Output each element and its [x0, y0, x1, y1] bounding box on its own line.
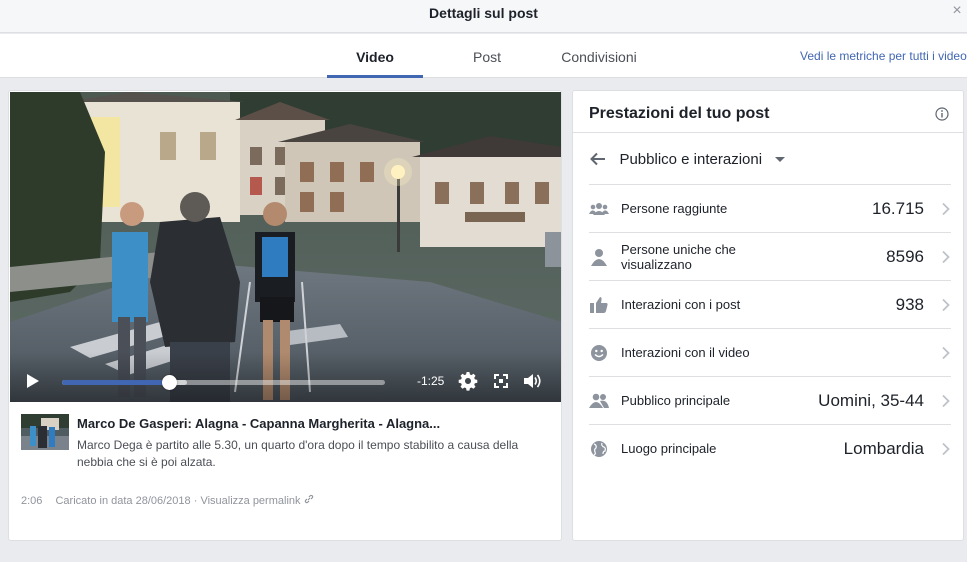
back-arrow-icon[interactable]	[589, 150, 607, 168]
progress-played	[62, 380, 169, 385]
metric-row-top-audience[interactable]: Pubblico principale Uomini, 35-44	[589, 376, 951, 424]
chevron-right-icon	[942, 250, 950, 264]
metric-row-post-engagement[interactable]: Interazioni con i post 938	[589, 280, 951, 328]
metric-value: 938	[895, 294, 924, 314]
chevron-right-icon	[942, 394, 950, 408]
tab-video[interactable]: Video	[327, 34, 423, 78]
people-pair-icon	[589, 393, 609, 408]
close-icon[interactable]: ×	[950, 3, 964, 19]
remaining-time: -1:25	[417, 374, 445, 388]
tab-bar: Video Post Condivisioni Vedi le metriche…	[0, 34, 967, 78]
selector-label: Pubblico e interazioni	[619, 150, 763, 168]
metric-value: 16.715	[872, 198, 924, 218]
chevron-right-icon	[942, 298, 950, 312]
metric-value: Lombardia	[843, 438, 924, 458]
metric-value: 8596	[886, 246, 924, 266]
tab-post[interactable]: Post	[452, 34, 522, 78]
metric-label: Interazioni con i post	[621, 297, 741, 312]
smiley-icon	[591, 345, 607, 361]
video-description: Marco Dega è partito alle 5.30, un quart…	[77, 438, 519, 469]
fullscreen-icon[interactable]	[491, 371, 511, 391]
volume-icon[interactable]	[522, 371, 542, 391]
video-title[interactable]: Marco De Gasperi: Alagna - Capanna Margh…	[77, 416, 547, 431]
metric-group-selector[interactable]: Pubblico e interazioni	[589, 150, 785, 172]
dialog-header: Dettagli sul post ×	[0, 0, 967, 33]
info-icon[interactable]	[935, 107, 949, 121]
link-icon	[304, 494, 313, 504]
video-thumbnail[interactable]	[21, 414, 69, 450]
chevron-right-icon	[942, 346, 950, 360]
people-group-icon	[589, 203, 609, 215]
video-player[interactable]: -1:25	[10, 92, 561, 402]
metric-row-video-engagement[interactable]: Interazioni con il video	[589, 328, 951, 376]
metric-row-reach[interactable]: Persone raggiunte 16.715	[589, 184, 951, 232]
video-duration: 2:06	[21, 495, 43, 507]
player-controls: -1:25	[10, 352, 561, 402]
metric-row-top-location[interactable]: Luogo principale Lombardia	[589, 424, 951, 472]
metric-label: Pubblico principale	[621, 393, 731, 408]
video-card: -1:25 Marco De Gasperi: Alagna - Capanna…	[8, 90, 562, 541]
video-meta: 2:06 Caricato in data 28/06/2018 · Visua…	[21, 494, 314, 507]
permalink-link[interactable]: Visualizza permalink	[200, 495, 300, 507]
meta-separator: ·	[193, 495, 198, 507]
upload-date: Caricato in data 28/06/2018	[55, 495, 191, 507]
globe-icon	[591, 441, 607, 457]
gear-icon[interactable]	[458, 371, 478, 391]
metric-label: Interazioni con il video	[621, 345, 750, 360]
progress-handle[interactable]	[161, 375, 177, 390]
person-icon	[591, 249, 607, 266]
chevron-right-icon	[942, 202, 950, 216]
progress-bar[interactable]	[62, 375, 385, 390]
metric-label: Persone raggiunte	[621, 201, 728, 216]
performance-card: Prestazioni del tuo post Pubblico e inte…	[572, 90, 964, 541]
chevron-right-icon	[942, 442, 950, 456]
performance-title: Prestazioni del tuo post	[589, 105, 770, 122]
metric-label: Luogo principale	[621, 441, 717, 456]
chevron-down-icon	[774, 156, 785, 162]
tab-shares[interactable]: Condivisioni	[552, 34, 646, 78]
divider	[573, 132, 963, 133]
play-icon[interactable]	[25, 373, 41, 389]
thumbs-up-icon	[590, 297, 608, 313]
metric-label: Persone uniche che visualizzano	[621, 241, 736, 272]
all-videos-metrics-link[interactable]: Vedi le metriche per tutti i video	[800, 49, 967, 63]
dialog-title: Dettagli sul post	[429, 5, 538, 21]
metric-row-unique-viewers[interactable]: Persone uniche che visualizzano 8596	[589, 232, 951, 280]
metric-value: Uomini, 35-44	[818, 390, 924, 410]
